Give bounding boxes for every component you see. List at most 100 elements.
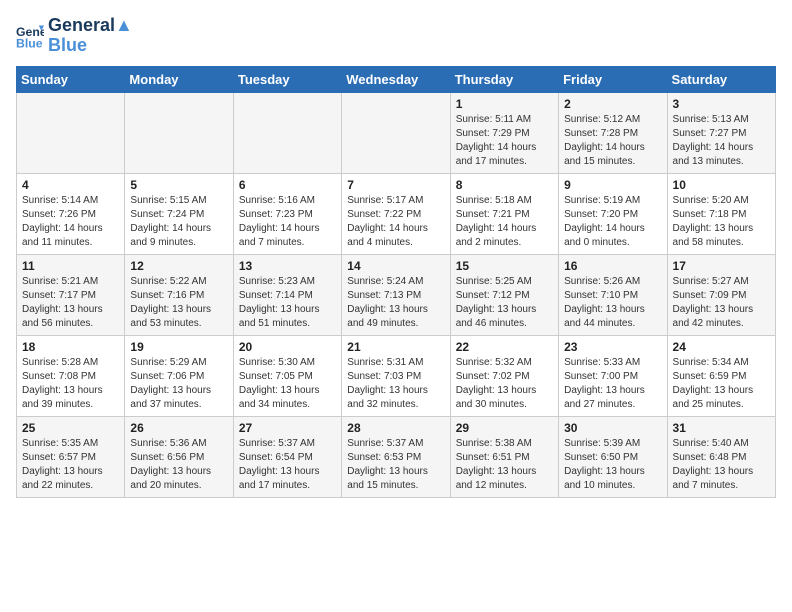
logo-icon: General Blue — [16, 22, 44, 50]
calendar-cell-w2-d1: 4 Sunrise: 5:14 AM Sunset: 7:26 PM Daylig… — [17, 173, 125, 254]
day-content: Sunrise: 5:11 AM Sunset: 7:29 PM Dayligh… — [456, 113, 553, 169]
calendar-cell-w1-d1 — [17, 92, 125, 173]
calendar-cell-w3-d5: 15Sunrise: 5:25 AM Sunset: 7:12 PM Dayli… — [450, 254, 558, 335]
calendar-cell-w1-d5: 1 Sunrise: 5:11 AM Sunset: 7:29 PM Daylig… — [450, 92, 558, 173]
day-content: Sunrise: 5:35 AM Sunset: 6:57 PM Dayligh… — [22, 437, 119, 493]
day-number: 21 — [347, 340, 444, 354]
day-content: Sunrise: 5:16 AM Sunset: 7:23 PM Dayligh… — [239, 194, 336, 250]
calendar-cell-w5-d1: 25 Sunrise: 5:35 AM Sunset: 6:57 PM Dayli… — [17, 416, 125, 497]
day-content: Sunrise: 5:39 AM Sunset: 6:50 PM Dayligh… — [564, 437, 661, 493]
day-content: Sunrise: 5:23 AM Sunset: 7:14 PM Dayligh… — [239, 275, 336, 331]
day-number: 29 — [456, 421, 553, 435]
calendar-cell-w3-d4: 14 Sunrise: 5:24 AM Sunset: 7:13 PM Dayli… — [342, 254, 450, 335]
day-number: 16 — [564, 259, 661, 273]
col-monday: Monday — [125, 66, 233, 92]
svg-text:Blue: Blue — [16, 36, 43, 50]
day-content: Sunrise: 5:32 AM Sunset: 7:02 PM Dayligh… — [456, 356, 553, 412]
calendar-cell-w4-d7: 24Sunrise: 5:34 AM Sunset: 6:59 PM Dayli… — [667, 335, 775, 416]
day-number: 7 — [347, 178, 444, 192]
calendar-cell-w4-d4: 21 Sunrise: 5:31 AM Sunset: 7:03 PM Dayli… — [342, 335, 450, 416]
day-content: Sunrise: 5:17 AM Sunset: 7:22 PM Dayligh… — [347, 194, 444, 250]
logo: General Blue General▲ Blue — [16, 16, 133, 56]
calendar-cell-w5-d3: 27Sunrise: 5:37 AM Sunset: 6:54 PM Dayli… — [233, 416, 341, 497]
day-number: 14 — [347, 259, 444, 273]
calendar-cell-w1-d4 — [342, 92, 450, 173]
day-number: 25 — [22, 421, 119, 435]
day-content: Sunrise: 5:12 AM Sunset: 7:28 PM Dayligh… — [564, 113, 661, 169]
day-content: Sunrise: 5:33 AM Sunset: 7:00 PM Dayligh… — [564, 356, 661, 412]
day-content: Sunrise: 5:26 AM Sunset: 7:10 PM Dayligh… — [564, 275, 661, 331]
calendar-cell-w2-d4: 7 Sunrise: 5:17 AM Sunset: 7:22 PM Daylig… — [342, 173, 450, 254]
day-number: 10 — [673, 178, 770, 192]
calendar-cell-w1-d3 — [233, 92, 341, 173]
calendar-cell-w2-d2: 5 Sunrise: 5:15 AM Sunset: 7:24 PM Daylig… — [125, 173, 233, 254]
day-number: 23 — [564, 340, 661, 354]
calendar-cell-w4-d6: 23 Sunrise: 5:33 AM Sunset: 7:00 PM Dayli… — [559, 335, 667, 416]
calendar-cell-w2-d3: 6 Sunrise: 5:16 AM Sunset: 7:23 PM Daylig… — [233, 173, 341, 254]
day-content: Sunrise: 5:19 AM Sunset: 7:20 PM Dayligh… — [564, 194, 661, 250]
day-content: Sunrise: 5:24 AM Sunset: 7:13 PM Dayligh… — [347, 275, 444, 331]
calendar-cell-w4-d1: 18Sunrise: 5:28 AM Sunset: 7:08 PM Dayli… — [17, 335, 125, 416]
day-number: 9 — [564, 178, 661, 192]
day-number: 13 — [239, 259, 336, 273]
day-content: Sunrise: 5:38 AM Sunset: 6:51 PM Dayligh… — [456, 437, 553, 493]
day-content: Sunrise: 5:15 AM Sunset: 7:24 PM Dayligh… — [130, 194, 227, 250]
day-content: Sunrise: 5:21 AM Sunset: 7:17 PM Dayligh… — [22, 275, 119, 331]
day-number: 5 — [130, 178, 227, 192]
calendar-cell-w2-d5: 8 Sunrise: 5:18 AM Sunset: 7:21 PM Daylig… — [450, 173, 558, 254]
calendar-cell-w5-d2: 26 Sunrise: 5:36 AM Sunset: 6:56 PM Dayli… — [125, 416, 233, 497]
day-number: 8 — [456, 178, 553, 192]
page-header: General Blue General▲ Blue — [16, 16, 776, 56]
calendar-cell-w2-d6: 9 Sunrise: 5:19 AM Sunset: 7:20 PM Daylig… — [559, 173, 667, 254]
calendar-cell-w4-d2: 19 Sunrise: 5:29 AM Sunset: 7:06 PM Dayli… — [125, 335, 233, 416]
day-number: 17 — [673, 259, 770, 273]
calendar-cell-w4-d3: 20Sunrise: 5:30 AM Sunset: 7:05 PM Dayli… — [233, 335, 341, 416]
day-content: Sunrise: 5:14 AM Sunset: 7:26 PM Dayligh… — [22, 194, 119, 250]
day-content: Sunrise: 5:22 AM Sunset: 7:16 PM Dayligh… — [130, 275, 227, 331]
day-number: 18 — [22, 340, 119, 354]
day-content: Sunrise: 5:36 AM Sunset: 6:56 PM Dayligh… — [130, 437, 227, 493]
calendar-cell-w3-d6: 16 Sunrise: 5:26 AM Sunset: 7:10 PM Dayli… — [559, 254, 667, 335]
calendar-week-3: 11Sunrise: 5:21 AM Sunset: 7:17 PM Dayli… — [17, 254, 776, 335]
calendar-cell-w5-d4: 28Sunrise: 5:37 AM Sunset: 6:53 PM Dayli… — [342, 416, 450, 497]
day-content: Sunrise: 5:37 AM Sunset: 6:54 PM Dayligh… — [239, 437, 336, 493]
calendar-cell-w1-d2 — [125, 92, 233, 173]
calendar-header-row: Sunday Monday Tuesday Wednesday Thursday… — [17, 66, 776, 92]
day-number: 1 — [456, 97, 553, 111]
col-sunday: Sunday — [17, 66, 125, 92]
day-content: Sunrise: 5:34 AM Sunset: 6:59 PM Dayligh… — [673, 356, 770, 412]
calendar-cell-w1-d7: 3 Sunrise: 5:13 AM Sunset: 7:27 PM Daylig… — [667, 92, 775, 173]
calendar-week-5: 25 Sunrise: 5:35 AM Sunset: 6:57 PM Dayli… — [17, 416, 776, 497]
day-number: 19 — [130, 340, 227, 354]
col-friday: Friday — [559, 66, 667, 92]
calendar-table: Sunday Monday Tuesday Wednesday Thursday… — [16, 66, 776, 498]
day-number: 2 — [564, 97, 661, 111]
day-content: Sunrise: 5:31 AM Sunset: 7:03 PM Dayligh… — [347, 356, 444, 412]
col-saturday: Saturday — [667, 66, 775, 92]
col-thursday: Thursday — [450, 66, 558, 92]
calendar-cell-w5-d7: 31Sunrise: 5:40 AM Sunset: 6:48 PM Dayli… — [667, 416, 775, 497]
day-content: Sunrise: 5:25 AM Sunset: 7:12 PM Dayligh… — [456, 275, 553, 331]
day-content: Sunrise: 5:40 AM Sunset: 6:48 PM Dayligh… — [673, 437, 770, 493]
day-number: 4 — [22, 178, 119, 192]
col-wednesday: Wednesday — [342, 66, 450, 92]
calendar-cell-w1-d6: 2 Sunrise: 5:12 AM Sunset: 7:28 PM Daylig… — [559, 92, 667, 173]
day-number: 6 — [239, 178, 336, 192]
day-content: Sunrise: 5:13 AM Sunset: 7:27 PM Dayligh… — [673, 113, 770, 169]
day-content: Sunrise: 5:37 AM Sunset: 6:53 PM Dayligh… — [347, 437, 444, 493]
day-number: 26 — [130, 421, 227, 435]
calendar-week-1: 1 Sunrise: 5:11 AM Sunset: 7:29 PM Daylig… — [17, 92, 776, 173]
calendar-cell-w4-d5: 22Sunrise: 5:32 AM Sunset: 7:02 PM Dayli… — [450, 335, 558, 416]
day-content: Sunrise: 5:29 AM Sunset: 7:06 PM Dayligh… — [130, 356, 227, 412]
day-number: 12 — [130, 259, 227, 273]
calendar-cell-w2-d7: 10 Sunrise: 5:20 AM Sunset: 7:18 PM Dayli… — [667, 173, 775, 254]
calendar-cell-w3-d2: 12 Sunrise: 5:22 AM Sunset: 7:16 PM Dayli… — [125, 254, 233, 335]
day-number: 3 — [673, 97, 770, 111]
calendar-week-2: 4 Sunrise: 5:14 AM Sunset: 7:26 PM Daylig… — [17, 173, 776, 254]
day-content: Sunrise: 5:20 AM Sunset: 7:18 PM Dayligh… — [673, 194, 770, 250]
calendar-cell-w5-d5: 29 Sunrise: 5:38 AM Sunset: 6:51 PM Dayli… — [450, 416, 558, 497]
col-tuesday: Tuesday — [233, 66, 341, 92]
calendar-cell-w5-d6: 30Sunrise: 5:39 AM Sunset: 6:50 PM Dayli… — [559, 416, 667, 497]
day-content: Sunrise: 5:18 AM Sunset: 7:21 PM Dayligh… — [456, 194, 553, 250]
calendar-cell-w3-d1: 11Sunrise: 5:21 AM Sunset: 7:17 PM Dayli… — [17, 254, 125, 335]
